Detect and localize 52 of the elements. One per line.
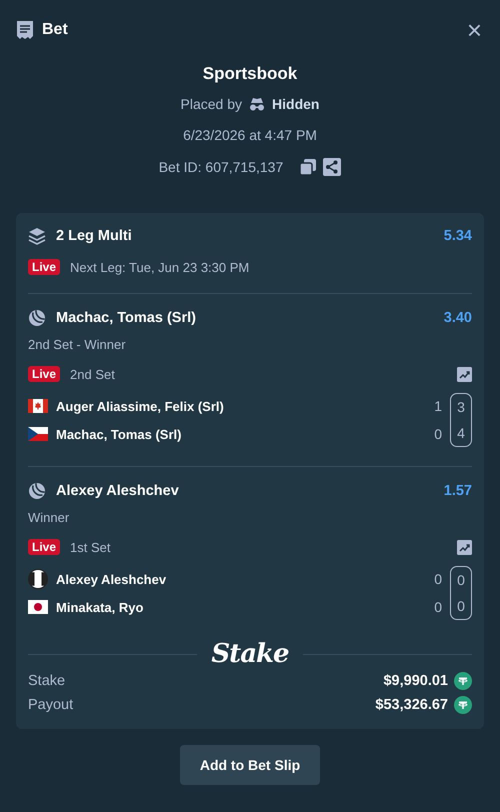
- player-name: Alexey Aleshchev: [56, 572, 168, 586]
- market-name: 2nd Set - Winner: [28, 337, 127, 352]
- player-name: Auger Aliassime, Felix (Srl): [56, 398, 225, 414]
- brand-logo: Stake: [211, 639, 289, 669]
- flag-icon: [28, 569, 48, 589]
- bet-date: 6/23/2026 at 4:47 PM: [183, 127, 317, 143]
- total-label: Payout: [28, 697, 74, 713]
- period-label: 1st Set: [70, 540, 112, 554]
- next-leg-time: Next Leg: Tue, Jun 23 3:30 PM: [70, 260, 250, 274]
- score: 0: [434, 599, 442, 615]
- live-badge: Live: [28, 259, 60, 275]
- stats-icon[interactable]: [457, 366, 472, 382]
- tether-coin-icon: [454, 672, 472, 690]
- add-to-bet-slip-button[interactable]: Add to Bet Slip: [180, 745, 320, 785]
- total-amount: $53,326.67: [375, 697, 448, 713]
- live-badge: Live: [28, 366, 60, 382]
- placed-by-label: Placed by: [180, 96, 242, 112]
- selection-name: Alexey Aleshchev: [56, 483, 180, 499]
- flag-icon: [28, 399, 48, 413]
- tennis-ball-icon: [28, 482, 46, 500]
- live-badge: Live: [28, 539, 60, 555]
- share-icon[interactable]: [323, 158, 342, 176]
- copy-icon[interactable]: [299, 158, 318, 176]
- tennis-ball-icon: [28, 309, 46, 327]
- odds-value: 1.57: [444, 483, 472, 499]
- score: 0: [434, 571, 442, 587]
- bet-type: 2 Leg Multi: [56, 228, 133, 244]
- current-score-box: 3 4: [450, 393, 472, 447]
- period-label: 2nd Set: [70, 366, 116, 382]
- current-score-box: 0 0: [450, 566, 472, 620]
- receipt-icon: [16, 20, 34, 40]
- stats-icon[interactable]: [457, 540, 472, 554]
- incognito-icon: [248, 97, 266, 111]
- flag-icon: [28, 600, 48, 614]
- market-name: Winner: [28, 510, 70, 525]
- total-label: Stake: [28, 673, 66, 689]
- bet-source-title: Sportsbook: [202, 64, 298, 84]
- bet-id: Bet ID: 607,715,137: [158, 159, 284, 175]
- player-name: Machac, Tomas (Srl): [56, 426, 182, 442]
- score: 1: [434, 398, 442, 414]
- close-button[interactable]: ×: [466, 17, 482, 43]
- layers-icon: [28, 227, 46, 245]
- player-name: Minakata, Ryo: [56, 600, 144, 614]
- user-name: Hidden: [272, 96, 320, 112]
- odds-value: 3.40: [444, 310, 472, 326]
- tether-coin-icon: [454, 696, 472, 714]
- panel-title: Bet: [42, 21, 69, 39]
- selection-name: Machac, Tomas (Srl): [56, 310, 197, 326]
- total-amount: $9,990.01: [383, 673, 448, 689]
- score: 0: [434, 426, 442, 442]
- total-odds: 5.34: [444, 228, 472, 244]
- flag-icon: [28, 427, 48, 441]
